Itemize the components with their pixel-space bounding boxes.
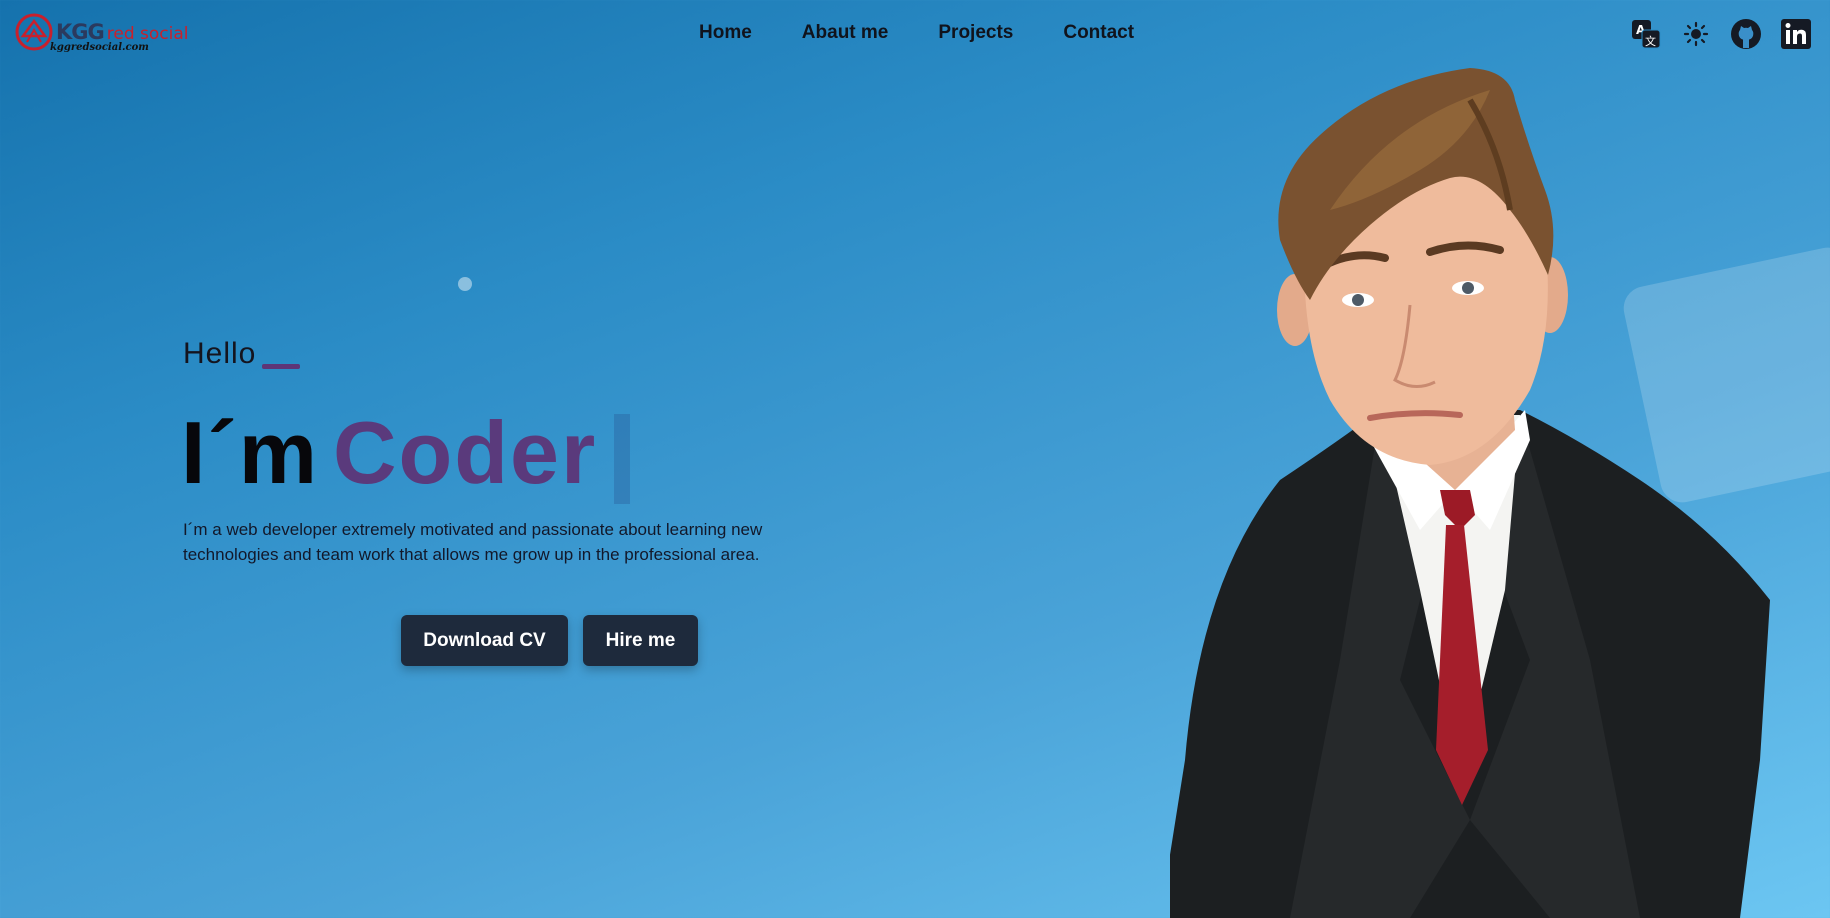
nav-about[interactable]: Abaut me [802, 22, 889, 44]
logo-mark-icon [15, 13, 53, 51]
nav-projects[interactable]: Projects [938, 22, 1013, 44]
profile-portrait [1170, 68, 1770, 918]
greeting-underline [262, 364, 300, 369]
linkedin-icon[interactable] [1779, 17, 1813, 51]
headline-prefix: I´m [181, 403, 319, 502]
decorative-dot [458, 277, 472, 291]
translate-icon[interactable]: A 文 [1629, 17, 1663, 51]
logo-brand-suffix: red social [106, 24, 189, 44]
github-icon[interactable] [1729, 17, 1763, 51]
hero-greeting: Hello [183, 337, 257, 370]
hero-description: I´m a web developer extremely motivated … [183, 520, 763, 564]
download-cv-button[interactable]: Download CV [401, 615, 568, 666]
typing-cursor [614, 414, 630, 504]
nav-home[interactable]: Home [699, 22, 752, 44]
logo-url: kggredsocial.com [50, 42, 149, 53]
header-icon-group: A 文 [1613, 17, 1813, 51]
sun-icon[interactable] [1679, 17, 1713, 51]
svg-text:文: 文 [1645, 34, 1656, 48]
hero-headline: I´m Coder [181, 398, 597, 508]
logo-brand: KGG [56, 20, 105, 44]
nav-contact[interactable]: Contact [1063, 22, 1134, 44]
headline-typed-word: Coder [333, 403, 598, 502]
hire-me-button[interactable]: Hire me [583, 615, 698, 666]
main-nav: Home Abaut me Projects Contact [699, 22, 1184, 44]
logo[interactable]: KGG red social kggredsocial.com [14, 12, 189, 53]
